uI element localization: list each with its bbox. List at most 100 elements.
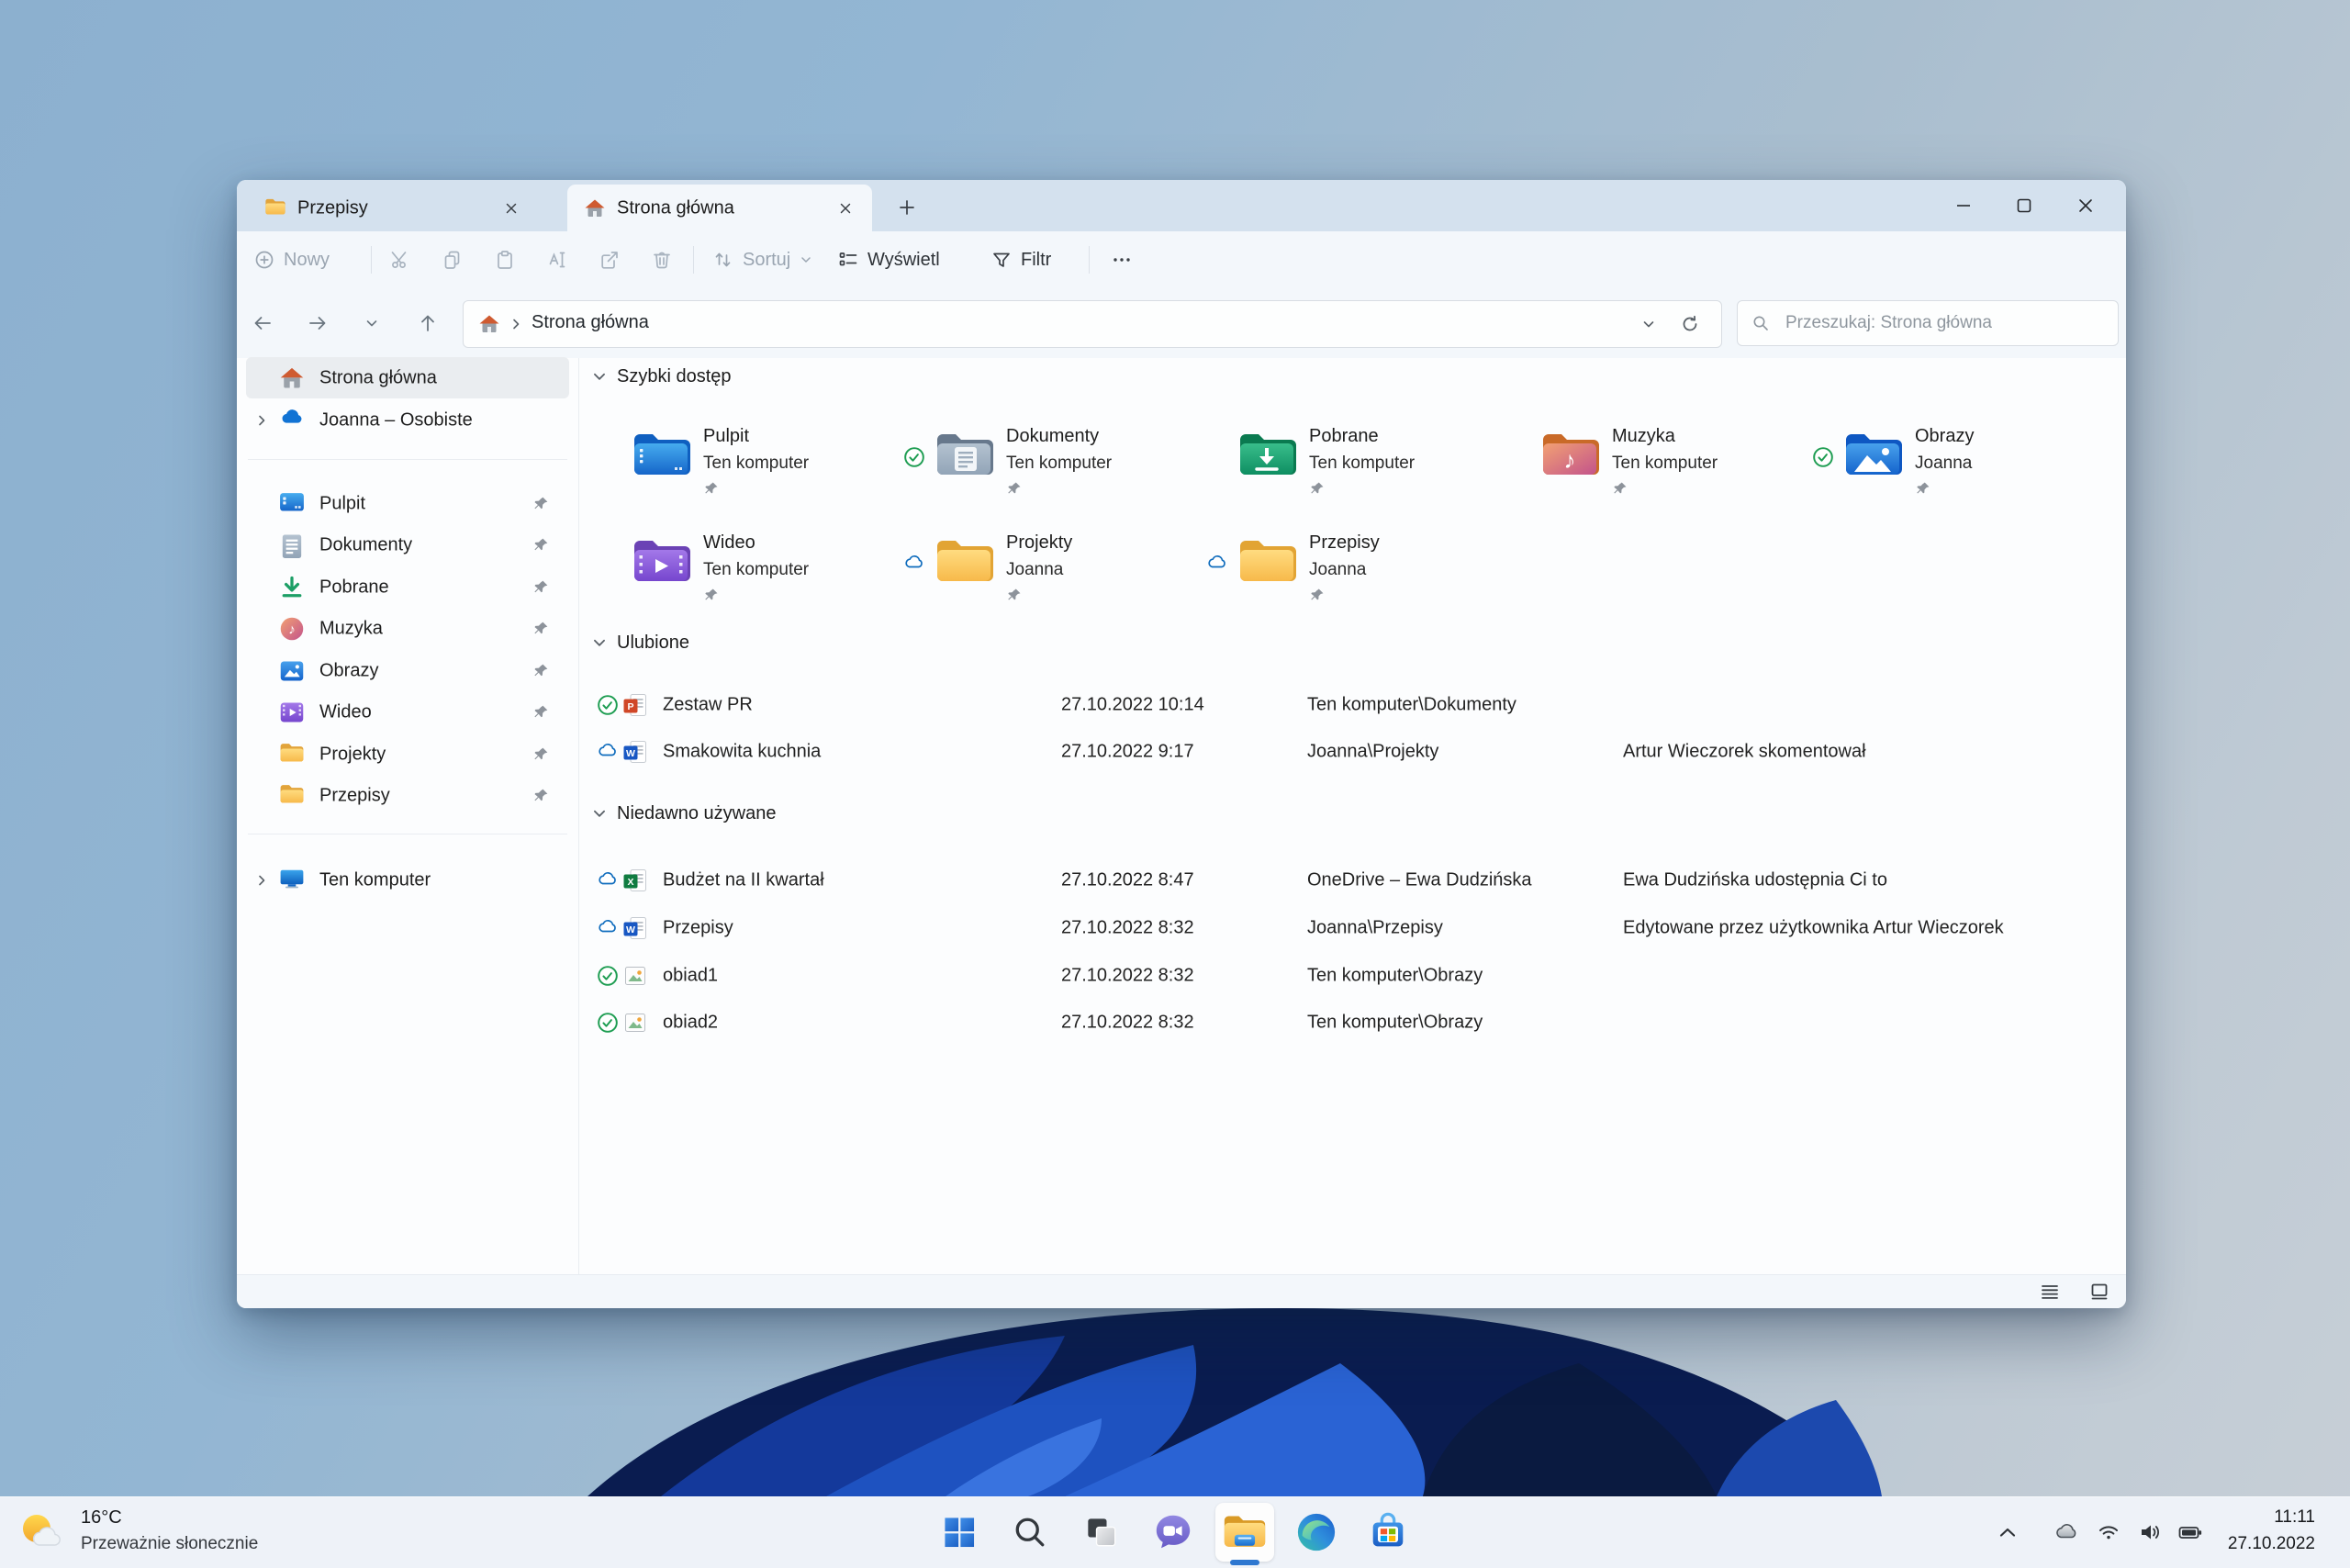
- pin-icon: [1006, 481, 1022, 497]
- share-button[interactable]: [591, 241, 628, 278]
- weather-widget[interactable]: [15, 1506, 66, 1558]
- toolbar-separator: [693, 246, 694, 274]
- chevron-right-icon[interactable]: [253, 872, 270, 889]
- address-bar[interactable]: Strona główna: [463, 300, 1722, 348]
- section-header-recent[interactable]: Niedawno używane: [591, 801, 776, 826]
- file-row-budzet[interactable]: X Budżet na II kwartał 27.10.2022 8:47 O…: [578, 859, 2117, 902]
- new-button[interactable]: Nowy: [244, 241, 339, 278]
- quick-access-tile-pulpit[interactable]: Pulpit Ten komputer: [595, 424, 889, 516]
- microsoft-store-icon[interactable]: [1362, 1506, 1414, 1558]
- file-name: Przepisy: [663, 918, 733, 939]
- refresh-icon[interactable]: [1679, 313, 1701, 340]
- start-button[interactable]: [934, 1506, 985, 1558]
- section-header-favorites[interactable]: Ulubione: [591, 630, 689, 655]
- chevron-right-icon[interactable]: [253, 412, 270, 429]
- file-explorer-taskbar-icon[interactable]: [1219, 1506, 1270, 1558]
- file-row-zestaw-pr[interactable]: P Zestaw PR 27.10.2022 10:14 Ten kompute…: [578, 684, 2117, 726]
- delete-button[interactable]: [643, 241, 680, 278]
- sidebar-item-przepisy[interactable]: Przepisy: [246, 775, 569, 816]
- word-icon: W: [622, 739, 648, 765]
- details-view-icon[interactable]: [2039, 1281, 2061, 1303]
- svg-text:W: W: [626, 748, 635, 759]
- cloud-icon: [1206, 553, 1228, 575]
- sidebar-item-label: Muzyka: [319, 618, 383, 639]
- paste-button[interactable]: [487, 241, 523, 278]
- section-header-quick-access[interactable]: Szybki dostęp: [591, 364, 732, 389]
- quick-access-tile-wideo[interactable]: Wideo Ten komputer: [595, 531, 889, 622]
- file-date: 27.10.2022 8:32: [1061, 1013, 1194, 1034]
- share-icon: [599, 249, 621, 271]
- up-button[interactable]: [409, 305, 446, 342]
- sort-button[interactable]: Sortuj: [707, 241, 819, 278]
- more-options-button[interactable]: [1103, 241, 1140, 278]
- cut-button[interactable]: [382, 241, 419, 278]
- file-location: Ten komputer\Obrazy: [1307, 1013, 1483, 1034]
- rename-button[interactable]: [539, 241, 576, 278]
- clock[interactable]: 11:11 27.10.2022: [2150, 1497, 2315, 1568]
- sidebar-item-projekty[interactable]: Projekty: [246, 734, 569, 775]
- tile-subtitle: Ten komputer: [1612, 454, 1718, 474]
- quick-access-tile-projekty[interactable]: Projekty Joanna: [898, 531, 1192, 622]
- search-taskbar-icon[interactable]: [1004, 1506, 1056, 1558]
- file-row-smakowita-kuchnia[interactable]: W Smakowita kuchnia 27.10.2022 9:17 Joan…: [578, 731, 2117, 773]
- quick-access-tile-muzyka[interactable]: ♪ Muzyka Ten komputer: [1504, 424, 1797, 516]
- sidebar-item-ten-komputer[interactable]: Ten komputer: [246, 859, 569, 901]
- task-view-icon[interactable]: [1076, 1506, 1127, 1558]
- file-row-przepisy[interactable]: W Przepisy 27.10.2022 8:32 Joanna\Przepi…: [578, 907, 2117, 949]
- desktop-icon: [279, 491, 305, 517]
- hidden-icons-chevron[interactable]: [1995, 1519, 2020, 1545]
- chevron-down-icon[interactable]: [591, 805, 608, 822]
- sidebar-item-dokumenty[interactable]: Dokumenty: [246, 524, 569, 566]
- forward-button[interactable]: [299, 305, 336, 342]
- close-tab-icon[interactable]: [498, 195, 525, 222]
- sidebar-item-obrazy[interactable]: Obrazy: [246, 650, 569, 691]
- pin-icon: [1612, 481, 1628, 497]
- chevron-down-icon[interactable]: [591, 368, 608, 385]
- music-icon: ♪: [279, 616, 305, 642]
- tab-strona-glowna[interactable]: Strona główna: [567, 185, 872, 231]
- address-dropdown-chevron[interactable]: [1640, 316, 1657, 337]
- close-tab-icon[interactable]: [832, 195, 859, 222]
- sidebar-item-label: Strona główna: [319, 367, 437, 388]
- sidebar-item-onedrive[interactable]: Joanna – Osobiste: [246, 399, 569, 441]
- file-row-obiad1[interactable]: obiad1 27.10.2022 8:32 Ten komputer\Obra…: [578, 955, 2117, 997]
- maximize-button[interactable]: [2003, 187, 2045, 224]
- chevron-down-icon[interactable]: [591, 634, 608, 651]
- view-button[interactable]: Wyświetl: [832, 241, 946, 278]
- filter-button[interactable]: Filtr: [985, 241, 1057, 278]
- downloads-folder-icon: [1237, 431, 1296, 479]
- teams-chat-icon[interactable]: [1147, 1506, 1199, 1558]
- sort-icon: [712, 249, 734, 271]
- quick-access-tile-przepisy[interactable]: Przepisy Joanna: [1201, 531, 1494, 622]
- close-window-button[interactable]: [2065, 187, 2107, 224]
- recent-locations-chevron[interactable]: [353, 305, 390, 342]
- back-button[interactable]: [244, 305, 281, 342]
- tab-przepisy[interactable]: Przepisy: [248, 185, 553, 231]
- file-date: 27.10.2022 8:32: [1061, 918, 1194, 939]
- quick-access-tile-dokumenty[interactable]: Dokumenty Ten komputer: [898, 424, 1192, 516]
- copy-button[interactable]: [434, 241, 471, 278]
- quick-access-tile-pobrane[interactable]: Pobrane Ten komputer: [1201, 424, 1494, 516]
- wifi-icon[interactable]: [2096, 1519, 2121, 1545]
- file-row-obiad2[interactable]: obiad2 27.10.2022 8:32 Ten komputer\Obra…: [578, 1002, 2117, 1044]
- tile-name: Obrazy: [1915, 426, 1974, 447]
- minimize-button[interactable]: [1942, 187, 1985, 224]
- edge-icon[interactable]: [1291, 1506, 1342, 1558]
- file-note: Edytowane przez użytkownika Artur Wieczo…: [1623, 918, 2004, 939]
- file-name: obiad1: [663, 966, 718, 987]
- sidebar-item-pulpit[interactable]: Pulpit: [246, 483, 569, 524]
- sidebar-item-muzyka[interactable]: ♪ Muzyka: [246, 608, 569, 649]
- large-thumbnails-view-icon[interactable]: [2088, 1281, 2110, 1303]
- status-bar: [237, 1274, 2126, 1308]
- breadcrumb[interactable]: Strona główna: [532, 312, 649, 333]
- search-input[interactable]: [1737, 300, 2119, 346]
- sidebar-item-home[interactable]: Strona główna: [246, 357, 569, 398]
- view-label: Wyświetl: [867, 250, 940, 271]
- quick-access-tile-obrazy[interactable]: Obrazy Joanna: [1807, 424, 2100, 516]
- tile-subtitle: Joanna: [1309, 560, 1366, 580]
- onedrive-tray-icon[interactable]: [2053, 1519, 2079, 1545]
- sidebar-item-wideo[interactable]: Wideo: [246, 691, 569, 733]
- sidebar-item-pobrane[interactable]: Pobrane: [246, 566, 569, 608]
- new-tab-button[interactable]: [890, 191, 923, 224]
- excel-icon: X: [622, 868, 648, 893]
